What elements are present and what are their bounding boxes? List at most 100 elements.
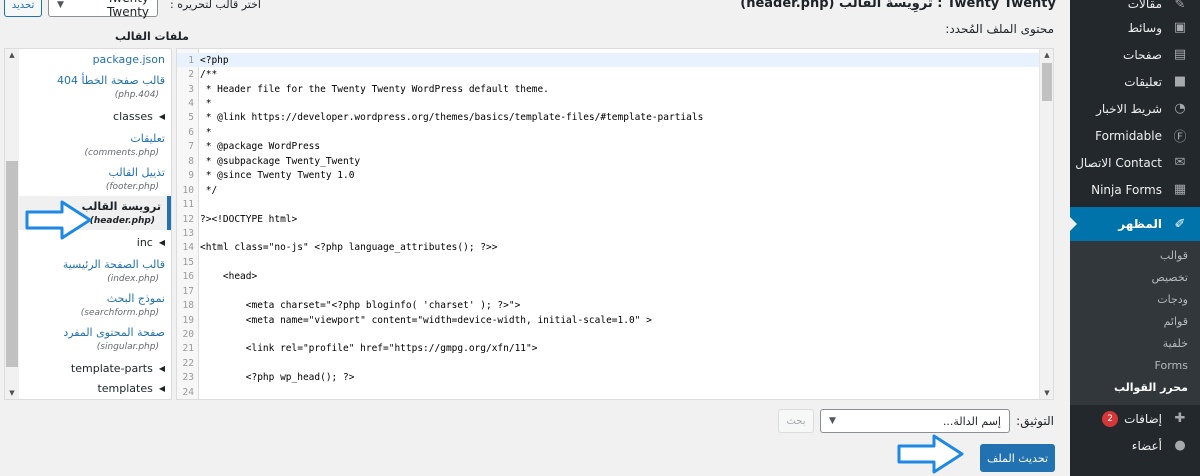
file-name[interactable]: تذييل القالب	[19, 165, 165, 181]
code-line[interactable]: 10 */	[177, 183, 1039, 197]
select-theme-label: اختر قالب لتحريره :	[170, 0, 261, 11]
scroll-down-icon[interactable]: ▼	[5, 387, 19, 399]
folder-name: template-parts	[70, 361, 153, 375]
scroll-up-icon[interactable]: ▲	[5, 49, 19, 61]
scroll-up-icon[interactable]: ▲	[1040, 49, 1053, 61]
editor-scrollbar[interactable]: ▲ ▼	[1039, 49, 1053, 399]
code-line[interactable]: 14 <html class="no-js" <?php language_att…	[177, 241, 1039, 255]
submenu-menus[interactable]: قوائم	[1070, 311, 1200, 333]
file-404[interactable]: قالب صفحة الخطأ 404 (404.php)	[19, 70, 165, 104]
code-line[interactable]: 23 <?php wp_head(); ?>	[177, 371, 1039, 385]
submenu-background[interactable]: خلفية	[1070, 333, 1200, 355]
lookup-button[interactable]: بحث	[778, 409, 814, 433]
filelist-scroll-thumb[interactable]	[6, 161, 18, 367]
file-searchform[interactable]: نموذج البحث (searchform.php)	[19, 288, 165, 322]
code-line[interactable]: 11	[177, 197, 1039, 211]
code-line[interactable]: 4 *	[177, 96, 1039, 110]
folder-template-parts[interactable]: ◀ template-parts	[19, 356, 165, 380]
main-content: Twenty Twenty : تروِيسة القالب (header.p…	[0, 0, 1070, 476]
code-line[interactable]: 3 * Header file for the Twenty Twenty Wo…	[177, 82, 1039, 96]
editor-scroll-thumb[interactable]	[1042, 63, 1052, 101]
code-line[interactable]: 12 ?><!DOCTYPE html>	[177, 212, 1039, 226]
menu-contact[interactable]: ✉ Contact الاتصال	[1070, 149, 1200, 176]
code-line[interactable]: 5 * @link https://developer.wordpress.or…	[177, 111, 1039, 125]
code-line[interactable]: 7 * @package WordPress	[177, 140, 1039, 154]
code-line[interactable]: 16 <head>	[177, 270, 1039, 284]
menu-ninja-forms-label: Ninja Forms	[1091, 182, 1162, 197]
line-text: * @subpackage Twenty_Twenty	[200, 155, 361, 167]
brush-icon: ✐	[1174, 216, 1186, 232]
media-icon: ▣	[1173, 20, 1187, 35]
menu-appearance-label: المظهر	[1118, 217, 1162, 231]
menu-users[interactable]: ● أعضاء	[1070, 432, 1200, 459]
pages-icon: ▤	[1173, 47, 1187, 62]
submenu-widgets[interactable]: ودجات	[1070, 289, 1200, 311]
menu-plugins[interactable]: ✚ إضافات 2	[1070, 405, 1200, 432]
file-name[interactable]: قالب صفحة الخطأ 404	[19, 73, 165, 89]
line-number: 17	[182, 285, 194, 297]
line-number: 21	[182, 343, 194, 355]
theme-select[interactable]: Twenty Twenty ▼	[48, 0, 158, 19]
documentation-select[interactable]: إسم الدالة... ▼	[820, 409, 1010, 433]
line-text: <head>	[200, 271, 258, 283]
scroll-down-icon[interactable]: ▼	[1040, 387, 1053, 399]
menu-posts[interactable]: ✎ مقالات	[1070, 0, 1200, 14]
file-name[interactable]: تعليقات	[19, 131, 165, 147]
submenu-customize[interactable]: تخصيص	[1070, 267, 1200, 289]
file-singular[interactable]: صفحة المحتوى المفرد (singular.php)	[19, 322, 165, 356]
menu-formidable-label: Formidable	[1095, 128, 1162, 143]
menu-appearance[interactable]: ✐ المظهر	[1070, 207, 1200, 241]
file-index[interactable]: قالب الصفحة الرئيسية (index.php)	[19, 254, 165, 288]
folder-classes[interactable]: ◀ classes	[19, 104, 165, 128]
menu-formidable[interactable]: Ⓕ Formidable	[1070, 122, 1200, 149]
menu-news-ticker[interactable]: ◔ شريط الاخبار	[1070, 95, 1200, 122]
line-number: 6	[188, 126, 194, 138]
file-package-json[interactable]: package.json	[19, 49, 165, 70]
code-line[interactable]: 20	[177, 327, 1039, 341]
pin-icon: ✎	[1174, 0, 1186, 12]
code-line[interactable]: 18 <meta charset="<?php bloginfo( 'chars…	[177, 298, 1039, 312]
code-line[interactable]: 6 *	[177, 125, 1039, 139]
line-number: 3	[188, 83, 194, 95]
line-number: 20	[182, 329, 194, 341]
file-footer[interactable]: تذييل القالب (footer.php)	[19, 162, 165, 196]
file-name[interactable]: صفحة المحتوى المفرد	[19, 325, 165, 341]
folder-templates[interactable]: ◀ templates	[19, 380, 165, 396]
file-path: (singular.php)	[96, 342, 159, 352]
documentation-label: التوثيق:	[1016, 414, 1054, 428]
code-line[interactable]: 24	[177, 385, 1039, 399]
code-line[interactable]: 22	[177, 356, 1039, 370]
line-text: *	[200, 126, 212, 138]
file-name[interactable]: قالب الصفحة الرئيسية	[19, 257, 165, 273]
file-name[interactable]: package.json	[19, 52, 165, 68]
menu-news-ticker-label: شريط الاخبار	[1096, 101, 1162, 116]
menu-ninja-forms[interactable]: ▦ Ninja Forms	[1070, 176, 1200, 203]
menu-comments[interactable]: ■ تعليقات	[1070, 68, 1200, 95]
code-line[interactable]: 19 <meta name="viewport" content="width=…	[177, 313, 1039, 327]
code-line[interactable]: 1 <?php	[177, 53, 1039, 68]
submenu-themes[interactable]: قوالب	[1070, 245, 1200, 267]
folder-name: templates	[97, 381, 153, 395]
code-line[interactable]: 13	[177, 226, 1039, 240]
annotation-arrow-icon	[897, 434, 964, 474]
code-line[interactable]: 21 <link rel="profile" href="https://gmp…	[177, 342, 1039, 356]
code-line[interactable]: 8 * @subpackage Twenty_Twenty	[177, 154, 1039, 168]
submenu-theme-editor[interactable]: محرر القوالب	[1070, 377, 1200, 399]
file-comments[interactable]: تعليقات (comments.php)	[19, 128, 165, 162]
menu-media[interactable]: ▣ وسائط	[1070, 14, 1200, 41]
code-line[interactable]: 15	[177, 255, 1039, 269]
code-line[interactable]: 2 /**	[177, 67, 1039, 81]
menu-pages[interactable]: ▤ صفحات	[1070, 41, 1200, 68]
menu-comments-label: تعليقات	[1124, 74, 1162, 89]
file-name[interactable]: نموذج البحث	[19, 291, 165, 307]
submenu-forms[interactable]: Forms	[1070, 355, 1200, 377]
line-text: * @link https://developer.wordpress.org/…	[200, 112, 704, 124]
code-editor[interactable]: 1 <?php 2/** 3 * Header file for the Twenty…	[176, 48, 1054, 400]
update-file-button[interactable]: تحديث الملف	[980, 444, 1055, 472]
select-theme-button[interactable]: تحديد	[4, 0, 42, 17]
code-line[interactable]: 9 * @since Twenty Twenty 1.0	[177, 169, 1039, 183]
line-number: 16	[182, 271, 194, 283]
form-icon: ▦	[1173, 182, 1187, 197]
filelist-scrollbar[interactable]: ▲ ▼	[5, 49, 19, 399]
code-line[interactable]: 17	[177, 284, 1039, 298]
